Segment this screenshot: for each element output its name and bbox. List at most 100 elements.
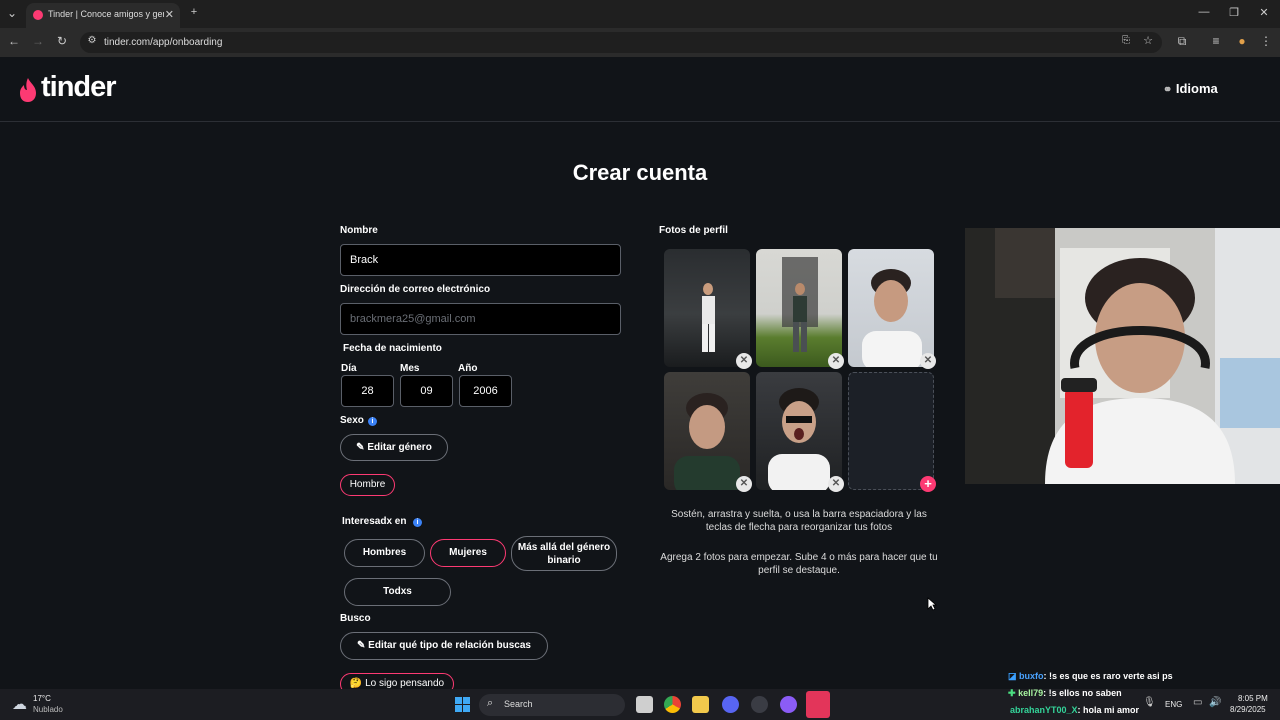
photos-count-hint: Agrega 2 fotos para empezar. Sube 4 o má… (660, 552, 938, 576)
interested-info-icon[interactable]: i (413, 518, 422, 527)
photo-2-figure (782, 257, 818, 352)
photo-3-figure (862, 269, 922, 367)
page-title: Crear cuenta (572, 160, 708, 185)
chat-user-2: kell79 (1018, 688, 1044, 698)
microphone-icon[interactable]: 🎙 (1143, 697, 1156, 708)
month-label: Mes (400, 363, 420, 374)
site-info-icon[interactable]: ⚙ (84, 35, 100, 46)
app-icon[interactable] (751, 696, 768, 713)
media-icon[interactable]: ≡ (1208, 34, 1224, 48)
day-label: Día (341, 363, 357, 374)
tiktok-icon[interactable] (806, 691, 830, 718)
chat-user-1: buxfo (1019, 671, 1044, 681)
interested-label: Interesadx en (342, 516, 407, 527)
restore-icon[interactable]: ❐ (1224, 6, 1244, 19)
tinder-flame-icon[interactable] (18, 77, 38, 103)
clock-time[interactable]: 8:05 PM (1238, 694, 1268, 703)
extensions-icon[interactable]: ⧉ (1174, 34, 1190, 49)
language-icon: ⚭ (1163, 84, 1173, 96)
edit-relationship-button[interactable]: ✎ Editar qué tipo de relación buscas (340, 632, 548, 660)
tab-close-icon[interactable]: ✕ (165, 8, 174, 21)
clock-date[interactable]: 8/29/2025 (1230, 705, 1266, 714)
obs-icon[interactable] (780, 696, 797, 713)
install-app-icon[interactable]: ⎘ (1118, 35, 1134, 46)
chat-text-1: : !s es que es raro verte asi ps (1043, 671, 1173, 681)
thinking-emoji-icon: 🤔 (349, 678, 363, 689)
new-tab-icon[interactable]: + (184, 6, 204, 18)
email-label: Dirección de correo electrónico (340, 284, 491, 295)
tab-list-icon[interactable]: ⌄ (4, 6, 20, 20)
webcam-scene (965, 228, 1280, 484)
input-language[interactable]: ENG (1165, 700, 1182, 709)
forward-icon[interactable]: → (30, 34, 46, 48)
weather-widget[interactable]: ☁ 17°C Nublado (12, 693, 92, 717)
window-close-icon[interactable]: ✕ (1254, 6, 1274, 19)
reload-icon[interactable]: ↻ (54, 34, 70, 48)
chat-user-3: abrahanYT00_X (1010, 705, 1078, 715)
relationship-chip-label: Lo sigo pensando (365, 678, 445, 689)
interest-mujeres-button[interactable]: Mujeres (430, 539, 506, 567)
gender-hombre-chip[interactable]: Hombre (340, 474, 395, 496)
interest-no-binario-button[interactable]: Más allá del género binario (511, 536, 617, 571)
windows-start-icon[interactable] (455, 697, 470, 712)
back-icon[interactable]: ← (6, 34, 22, 48)
sex-info-icon[interactable]: i (368, 417, 377, 426)
network-icon[interactable]: ▭ (1193, 697, 1202, 708)
volume-icon[interactable]: 🔊 (1209, 697, 1221, 708)
minimize-icon[interactable]: — (1194, 6, 1214, 18)
profile-photo-3[interactable] (848, 249, 934, 367)
mouse-cursor-icon (927, 597, 937, 611)
remove-photo-5-icon[interactable]: ✕ (828, 476, 844, 492)
photos-label: Fotos de perfil (659, 225, 728, 236)
name-field[interactable]: Brack (340, 244, 621, 276)
language-button[interactable]: ⚭ Idioma (1163, 81, 1218, 96)
chat-text-3: : hola mi amor (1077, 705, 1140, 715)
remove-photo-1-icon[interactable]: ✕ (736, 353, 752, 369)
year-label: Año (458, 363, 478, 374)
edit-gender-button[interactable]: ✎ Editar género (340, 434, 448, 461)
file-explorer-icon[interactable] (692, 696, 709, 713)
address-bar[interactable]: ⚙ tinder.com/app/onboarding ⎘ ☆ (80, 32, 1162, 53)
empty-photo-slot[interactable] (848, 372, 934, 490)
remove-photo-4-icon[interactable]: ✕ (736, 476, 752, 492)
chat-message-2: ✚ kell79: !s ellos no saben (1008, 688, 1122, 699)
chrome-icon[interactable] (664, 696, 681, 713)
site-header: tinder ⚭ Idioma (0, 57, 1280, 122)
profile-photo-4[interactable] (664, 372, 750, 490)
remove-photo-3-icon[interactable]: ✕ (920, 353, 936, 369)
url-text: tinder.com/app/onboarding (104, 37, 223, 48)
tab-title: Tinder | Conoce amigos y gente (48, 9, 164, 19)
task-view-icon[interactable] (636, 696, 653, 713)
chat-text-2: : !s ellos no saben (1043, 688, 1122, 698)
edit-relationship-label: Editar qué tipo de relación buscas (368, 640, 531, 651)
month-field[interactable]: 09 (400, 375, 453, 407)
chat-badge-icon: ✚ (1008, 688, 1016, 698)
tinder-logo[interactable]: tinder (41, 71, 117, 104)
browser-toolbar: ← → ↻ ⚙ tinder.com/app/onboarding ⎘ ☆ ⧉ … (0, 28, 1280, 57)
email-field[interactable]: brackmera25@gmail.com (340, 303, 621, 335)
interest-no-binario-label: Más allá del género binario (517, 542, 611, 566)
day-field[interactable]: 28 (341, 375, 394, 407)
photo-4-figure (674, 393, 740, 490)
chat-badge-icon: ◪ (1008, 671, 1017, 681)
profile-photo-1[interactable] (664, 249, 750, 367)
tinder-favicon-icon (33, 10, 43, 20)
chat-message-1: ◪ buxfo: !s es que es raro verte asi ps (1008, 671, 1173, 682)
bookmark-star-icon[interactable]: ☆ (1140, 34, 1156, 47)
weather-desc: Nublado (33, 705, 63, 714)
menu-kebab-icon[interactable]: ⋮ (1258, 34, 1274, 48)
chat-message-3: abrahanYT00_X: hola mi amor (1010, 705, 1139, 715)
taskbar-search[interactable]: ⌕ Search (479, 694, 625, 716)
weather-temp: 17°C (33, 694, 51, 703)
discord-icon[interactable] (722, 696, 739, 713)
browser-tab[interactable]: Tinder | Conoce amigos y gente ✕ (26, 3, 180, 28)
interest-todxs-button[interactable]: Todxs (344, 578, 451, 606)
remove-photo-2-icon[interactable]: ✕ (828, 353, 844, 369)
profile-photo-2[interactable] (756, 249, 842, 367)
profile-photo-5[interactable] (756, 372, 842, 490)
add-photo-icon[interactable]: + (920, 476, 936, 492)
year-field[interactable]: 2006 (459, 375, 512, 407)
profile-avatar-icon[interactable]: ● (1234, 34, 1250, 48)
interest-hombres-button[interactable]: Hombres (344, 539, 425, 567)
edit-gender-label: Editar género (367, 442, 432, 453)
